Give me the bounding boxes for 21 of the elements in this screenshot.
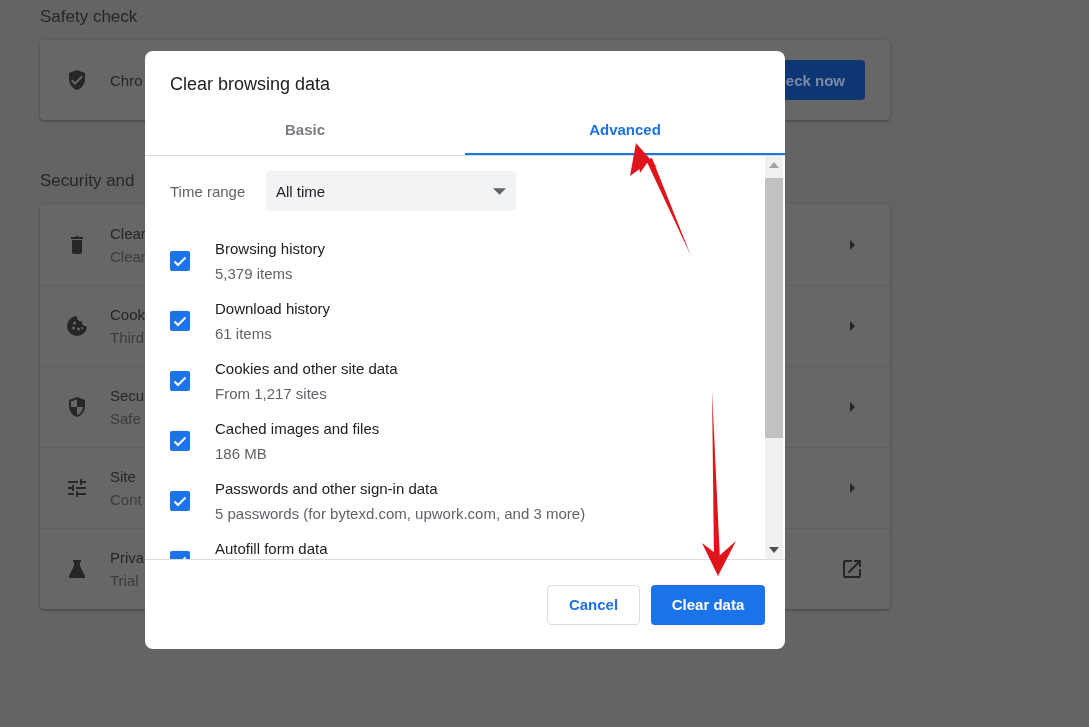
- section-title: Safety check: [40, 7, 139, 27]
- option-detail: 186 MB: [215, 445, 268, 462]
- option-label: Autofill form data: [215, 540, 328, 557]
- option-detail: 5 passwords (for bytexd.com, upwork.com, and 3 more): [215, 505, 586, 522]
- option-detail: 5,379 items: [215, 265, 294, 282]
- field-label: Time range: [170, 182, 247, 200]
- option-detail: From 1,217 sites: [215, 385, 328, 402]
- option-label: Passwords and other sign-in data: [215, 480, 439, 497]
- option-detail: 61 items: [215, 325, 273, 342]
- option-label: Download history: [215, 300, 331, 317]
- option-label: Cached images and files: [215, 420, 380, 437]
- row-title: Secu: [110, 387, 145, 404]
- row-title: Site: [110, 468, 137, 485]
- row-title: Clear: [110, 224, 146, 242]
- option-label: Cookies and other site data: [215, 360, 398, 377]
- section-title: Security and: [40, 171, 136, 191]
- row-title: Chro: [110, 71, 143, 89]
- row-title: Cook: [110, 306, 146, 323]
- row-title: Priva: [110, 549, 145, 566]
- option-label: Browsing history: [215, 240, 326, 257]
- dialog-title: Clear browsing data: [169, 73, 332, 96]
